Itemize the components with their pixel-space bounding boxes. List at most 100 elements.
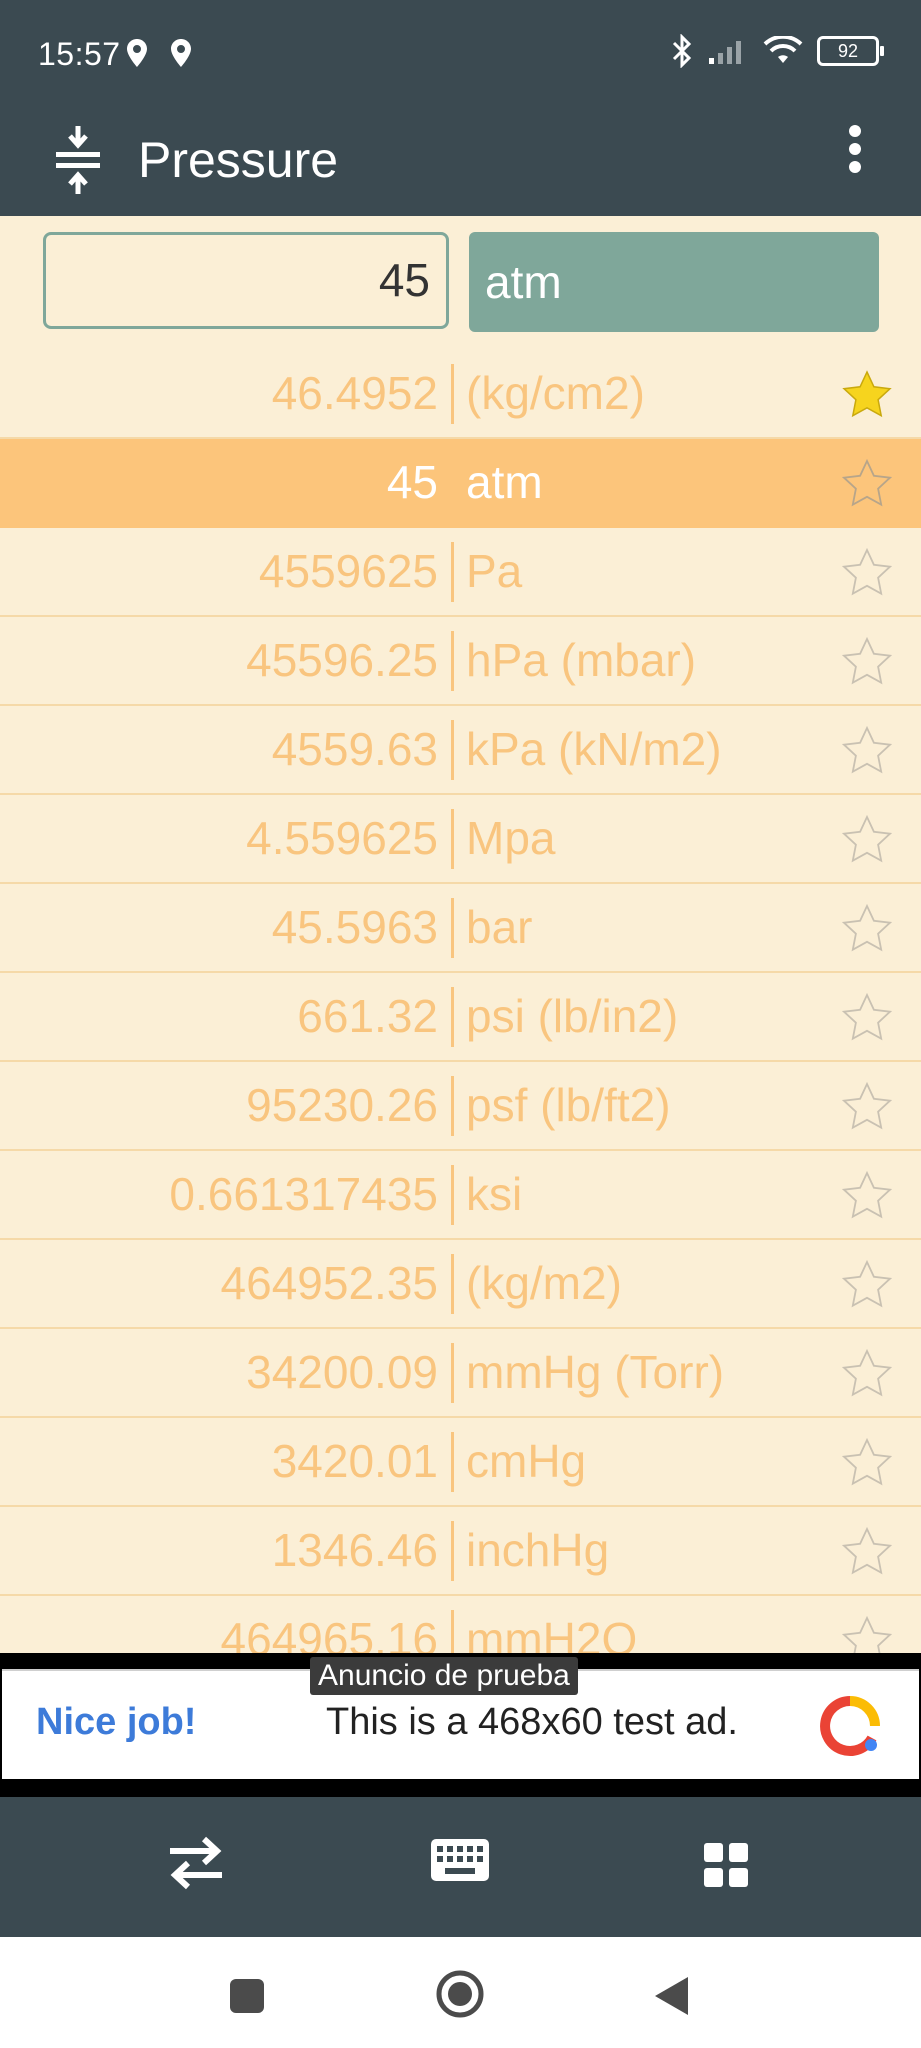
list-item[interactable]: 45.5963 bar <box>0 884 921 973</box>
page-title: Pressure <box>138 132 339 188</box>
status-time: 15:57 <box>38 36 121 72</box>
converted-value: 3420.01 <box>271 1435 438 1487</box>
favorite-star-icon[interactable] <box>842 637 892 685</box>
list-item[interactable]: 0.661317435 ksi <box>0 1151 921 1240</box>
list-item[interactable]: 1346.46 inchHg <box>0 1507 921 1596</box>
unit-selector[interactable]: atm <box>469 232 879 332</box>
ad-headline: Nice job! <box>36 1701 197 1743</box>
converted-value: 1346.46 <box>271 1524 438 1576</box>
compress-icon[interactable] <box>52 118 104 202</box>
row-divider <box>451 1165 454 1225</box>
row-divider <box>451 1076 454 1136</box>
list-item[interactable]: 34200.09 mmHg (Torr) <box>0 1329 921 1418</box>
unit-label: atm <box>466 456 543 508</box>
converted-value: 0.661317435 <box>169 1168 438 1220</box>
grid-icon[interactable] <box>702 1841 750 1889</box>
list-item[interactable]: 46.4952 (kg/cm2) <box>0 350 921 439</box>
converted-value: 661.32 <box>297 990 438 1042</box>
converted-value: 46.4952 <box>271 367 438 419</box>
list-item[interactable]: 45596.25 hPa (mbar) <box>0 617 921 706</box>
list-item[interactable]: 464965.16 mmH2O <box>0 1596 921 1655</box>
bluetooth-icon <box>672 34 692 68</box>
favorite-star-icon[interactable] <box>842 1349 892 1397</box>
row-divider <box>451 631 454 691</box>
app-bar: Pressure <box>0 110 921 216</box>
converted-value: 4559625 <box>258 545 438 597</box>
list-item[interactable]: 4.559625 Mpa <box>0 795 921 884</box>
location-icon <box>171 39 191 67</box>
favorite-star-icon[interactable] <box>842 1171 892 1219</box>
converted-value: 464952.35 <box>220 1257 438 1309</box>
favorite-star-icon[interactable] <box>842 1260 892 1308</box>
ad-logo-icon <box>820 1696 880 1756</box>
battery-indicator: 92 <box>817 36 884 66</box>
favorite-star-icon[interactable] <box>842 370 892 418</box>
list-item[interactable]: 661.32 psi (lb/in2) <box>0 973 921 1062</box>
ad-label: Anuncio de prueba <box>310 1657 578 1695</box>
row-divider <box>451 1254 454 1314</box>
swap-arrows-icon[interactable] <box>166 1831 226 1895</box>
ad-text: This is a 468x60 test ad. <box>326 1701 738 1743</box>
favorite-star-icon[interactable] <box>842 1082 892 1130</box>
favorite-star-icon[interactable] <box>842 548 892 596</box>
row-divider <box>451 898 454 958</box>
favorite-star-icon[interactable] <box>842 815 892 863</box>
row-divider <box>451 364 454 424</box>
converted-value: 95230.26 <box>246 1079 438 1131</box>
unit-label: Pa <box>466 545 523 597</box>
converted-value: 4559.63 <box>271 723 438 775</box>
keyboard-icon[interactable] <box>429 1837 491 1885</box>
favorite-star-icon[interactable] <box>842 1616 892 1655</box>
list-item[interactable]: 3420.01 cmHg <box>0 1418 921 1507</box>
row-divider <box>451 1521 454 1581</box>
list-item[interactable]: 4559.63 kPa (kN/m2) <box>0 706 921 795</box>
status-bar: 15:57 92 <box>0 0 921 110</box>
favorite-star-icon[interactable] <box>842 1438 892 1486</box>
converted-value: 464965.16 <box>220 1613 438 1655</box>
favorite-star-icon[interactable] <box>842 904 892 952</box>
unit-label: Mpa <box>466 812 556 864</box>
unit-label: bar <box>466 901 533 953</box>
list-item[interactable]: 95230.26 psf (lb/ft2) <box>0 1062 921 1151</box>
unit-label: inchHg <box>466 1524 610 1576</box>
favorite-star-icon[interactable] <box>842 459 892 507</box>
conversion-input-row: 45 atm <box>0 216 921 346</box>
favorite-star-icon[interactable] <box>842 993 892 1041</box>
converted-value: 34200.09 <box>246 1346 438 1398</box>
converted-value: 4.559625 <box>246 812 438 864</box>
converted-value: 45 <box>386 456 438 508</box>
location-icon <box>127 39 147 67</box>
triangle-back-icon[interactable] <box>652 1975 690 2017</box>
unit-label: mmHg (Torr) <box>466 1346 725 1398</box>
wifi-icon <box>763 36 803 63</box>
list-item[interactable]: 45 atm <box>0 439 921 528</box>
unit-label: psi (lb/in2) <box>466 990 679 1042</box>
row-divider <box>451 542 454 602</box>
favorite-star-icon[interactable] <box>842 1527 892 1575</box>
unit-label: ksi <box>466 1168 523 1220</box>
unit-label: (kg/cm2) <box>466 367 645 419</box>
row-divider <box>451 720 454 780</box>
circle-nav-icon[interactable] <box>435 1969 485 2019</box>
bottom-action-bar <box>0 1797 921 1937</box>
unit-label: kPa (kN/m2) <box>466 723 722 775</box>
system-nav-bar <box>0 1937 921 2048</box>
row-divider <box>451 1343 454 1403</box>
row-divider <box>451 1432 454 1492</box>
square-nav-icon[interactable] <box>228 1977 266 2015</box>
value-input[interactable]: 45 <box>43 232 449 329</box>
row-divider <box>451 809 454 869</box>
unit-label: hPa (mbar) <box>466 634 697 686</box>
unit-label: cmHg <box>466 1435 587 1487</box>
row-divider <box>451 1610 454 1655</box>
converted-value: 45.5963 <box>271 901 438 953</box>
unit-label: mmH2O <box>466 1613 638 1655</box>
ad-container: Anuncio de prueba Nice job! This is a 46… <box>0 1653 921 1797</box>
favorite-star-icon[interactable] <box>842 726 892 774</box>
unit-label: (kg/m2) <box>466 1257 622 1309</box>
list-item[interactable]: 464952.35 (kg/m2) <box>0 1240 921 1329</box>
list-item[interactable]: 4559625 Pa <box>0 528 921 617</box>
more-vert-icon[interactable] <box>847 124 863 174</box>
result-list[interactable]: 46.4952 (kg/cm2) 45 atm 4559625 Pa 45596.25 hPa… <box>0 350 921 1655</box>
signal-icon <box>709 41 741 64</box>
